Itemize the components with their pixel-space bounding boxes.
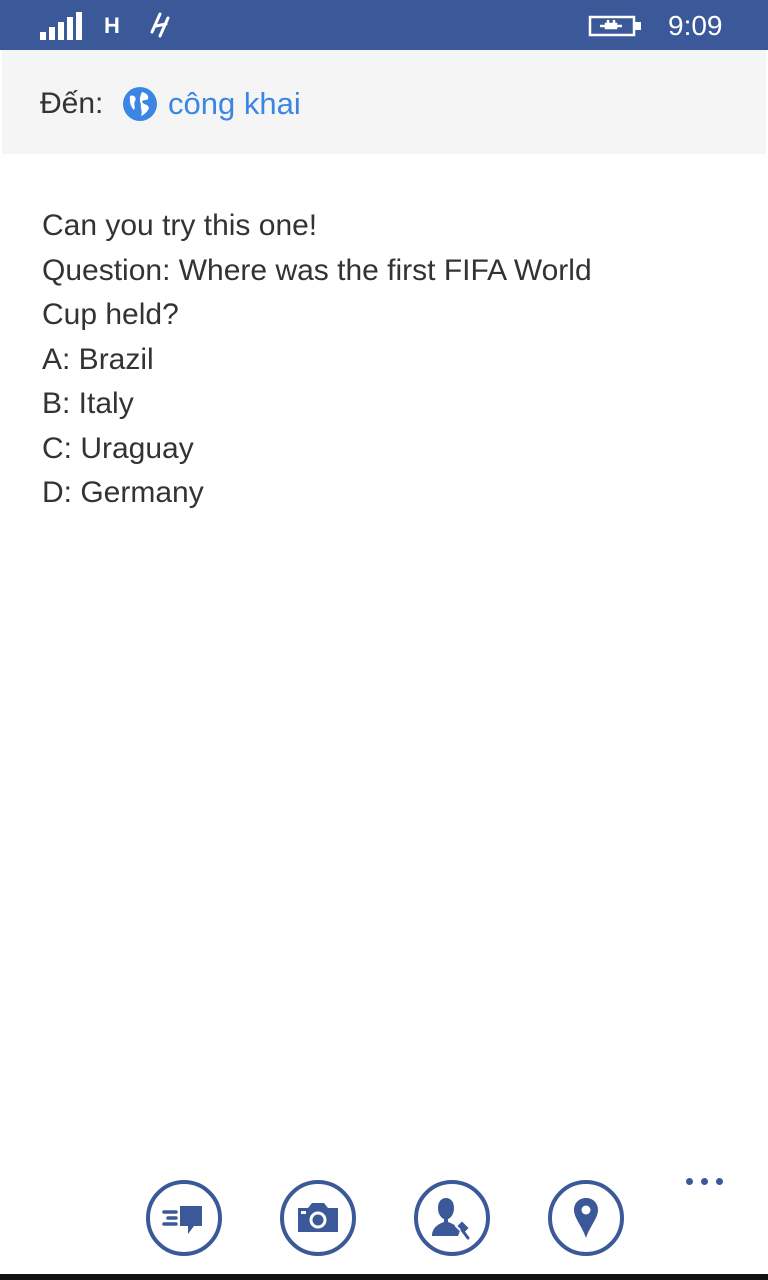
post-line: A: Brazil (42, 342, 154, 376)
signal-strength-icon (40, 12, 82, 40)
audience-selector-bar[interactable]: Đến: công khai (2, 50, 766, 154)
more-options-button[interactable] (686, 1170, 734, 1198)
camera-icon (298, 1203, 338, 1232)
post-status-icon (162, 1206, 202, 1234)
clock: 9:09 (668, 10, 723, 41)
more-options-icon (686, 1178, 693, 1185)
to-label: Đến: (40, 87, 104, 120)
post-line: B: Italy (42, 387, 134, 420)
post-line: Cup held? (42, 298, 179, 331)
camera-button[interactable] (280, 1180, 356, 1256)
location-button[interactable] (548, 1180, 624, 1256)
app-bar (0, 1170, 768, 1274)
bottom-edge (0, 1274, 768, 1280)
data-transfer-icon (150, 12, 170, 38)
battery-charging-icon (588, 15, 641, 37)
more-options-icon (701, 1178, 708, 1185)
tag-friend-icon (432, 1198, 472, 1240)
network-type-label: H (104, 13, 120, 38)
post-line: D: Germany (42, 476, 204, 509)
audience-link[interactable]: công khai (168, 84, 301, 124)
location-pin-icon (574, 1198, 598, 1238)
status-bar: H 9:09 (0, 0, 768, 50)
post-status-button[interactable] (146, 1180, 222, 1256)
post-text-input[interactable]: Can you try this one! Question: Where wa… (42, 204, 732, 516)
globe-icon (123, 87, 157, 121)
post-line: Can you try this one! (42, 209, 318, 242)
more-options-icon (716, 1178, 723, 1185)
post-line: C: Uraguay (42, 431, 194, 465)
tag-friends-button[interactable] (414, 1180, 490, 1256)
post-line: Question: Where was the first FIFA World (42, 253, 592, 287)
